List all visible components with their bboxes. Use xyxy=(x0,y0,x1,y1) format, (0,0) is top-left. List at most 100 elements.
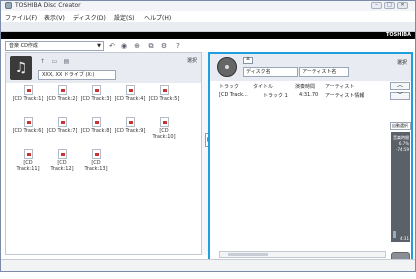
file-item[interactable]: [CD Track:13] xyxy=(80,149,112,179)
audio-file-icon xyxy=(159,117,169,127)
audio-file-icon xyxy=(91,149,101,159)
capacity-meter: 音楽時間 6.7% -74:59 4:31 xyxy=(391,132,410,242)
audio-file-icon xyxy=(57,149,67,159)
scrollbar-thumb[interactable] xyxy=(228,253,268,256)
audio-file-icon xyxy=(125,117,135,127)
horizontal-scrollbar[interactable] xyxy=(219,251,386,258)
file-label: [CD Track:3] xyxy=(80,96,112,102)
source-panel: ♫ ↑ ▭ ▤ 選択 XXX, XX ドライブ (X:) [CD Track:1… xyxy=(5,52,202,255)
menu-settings[interactable]: 設定(S) xyxy=(114,13,135,22)
cell-duration: 4:31.70 xyxy=(299,92,319,98)
audio-file-icon xyxy=(23,117,33,127)
select-label: 選択 xyxy=(396,60,407,66)
file-label: [CD Track:11] xyxy=(16,160,40,172)
minimize-button[interactable]: – xyxy=(371,2,382,9)
file-item[interactable]: [CD Track:4] xyxy=(114,85,146,115)
file-label: [CD Track:7] xyxy=(46,128,78,134)
disc-sidebar: ︿ ﹀ 自動選択 音楽時間 6.7% -74:59 4:31 開始 xyxy=(390,82,411,271)
column-track[interactable]: トラック xyxy=(219,83,239,90)
up-folder-icon[interactable]: ↑ xyxy=(38,58,47,65)
status-bar xyxy=(1,259,415,271)
settings-icon[interactable]: ⚙ xyxy=(159,41,169,51)
file-label: [CD Track:9] xyxy=(114,128,146,134)
meter-remaining: -74:59 xyxy=(396,147,409,152)
mode-select-value: 音楽 CD作成 xyxy=(9,43,38,49)
meter-percent: 6.7% xyxy=(398,141,409,146)
cell-track: [CD Track... xyxy=(219,92,248,98)
copy-icon[interactable]: ⧉ xyxy=(146,41,156,51)
brand-bar: TOSHIBA xyxy=(1,32,415,39)
audio-file-icon xyxy=(57,85,67,95)
move-up-button[interactable]: ︿ xyxy=(390,82,410,90)
file-label: [CD Track:2] xyxy=(46,96,78,102)
cell-artist: アーティスト情報 xyxy=(325,93,365,99)
file-item[interactable]: [CD Track:6] xyxy=(12,117,44,147)
chevron-down-icon: ▼ xyxy=(97,43,101,49)
audio-file-icon xyxy=(23,85,33,95)
column-title[interactable]: タイトル xyxy=(253,83,273,90)
app-window: TOSHIBA Disc Creator – □ ✕ ファイル(F) 表示(V)… xyxy=(0,0,416,272)
audio-file-icon xyxy=(57,117,67,127)
meter-bottom-value: 4:31 xyxy=(400,236,409,241)
menu-view[interactable]: 表示(V) xyxy=(44,13,65,22)
brand-label: TOSHIBA xyxy=(386,32,411,38)
audio-file-icon xyxy=(91,117,101,127)
view-icon[interactable]: ▤ xyxy=(62,58,71,65)
cell-title: トラック 1 xyxy=(263,93,288,99)
audio-file-icon xyxy=(23,149,33,159)
file-label: [CD Track:6] xyxy=(12,128,44,134)
toolbar-strip xyxy=(1,22,415,32)
file-item[interactable]: [CD Track:10] xyxy=(148,117,180,147)
disc-panel: ≜ ディスク名 アーティスト名 選択 トラック タイトル 演奏時間 アーティスト… xyxy=(208,52,413,271)
file-item[interactable]: [CD Track:1] xyxy=(12,85,44,115)
add-icon[interactable]: ⊕ xyxy=(132,41,142,51)
disc-icon xyxy=(217,57,237,77)
column-artist[interactable]: アーティスト xyxy=(325,83,354,90)
menu-help[interactable]: ヘルプ(H) xyxy=(144,13,171,22)
select-label: 選択 xyxy=(186,58,197,64)
artist-name-input[interactable]: アーティスト名 xyxy=(299,67,349,77)
file-item[interactable]: [CD Track:3] xyxy=(80,85,112,115)
column-duration[interactable]: 演奏時間 xyxy=(295,83,315,90)
file-item[interactable]: [CD Track:2] xyxy=(46,85,78,115)
disc-name-input[interactable]: ディスク名 xyxy=(243,67,298,77)
table-row[interactable]: [CD Track... トラック 1 4:31.70 アーティスト情報 xyxy=(219,92,389,100)
menu-file[interactable]: ファイル(F) xyxy=(5,13,37,22)
audio-file-icon xyxy=(91,85,101,95)
back-icon[interactable]: ↶ xyxy=(107,41,117,51)
file-label: [CD Track:10] xyxy=(152,128,176,140)
file-item[interactable]: [CD Track:5] xyxy=(148,85,180,115)
help-icon[interactable]: ? xyxy=(173,41,183,51)
move-down-button[interactable]: ﹀ xyxy=(390,92,410,100)
title-bar: TOSHIBA Disc Creator – □ ✕ xyxy=(1,1,415,11)
file-item[interactable]: [CD Track:9] xyxy=(114,117,146,147)
drive-select[interactable]: XXX, XX ドライブ (X:) xyxy=(38,70,116,80)
drive-select-value: XXX, XX ドライブ (X:) xyxy=(42,72,95,78)
auto-select-value: 自動選択 xyxy=(392,123,408,128)
window-title: TOSHIBA Disc Creator xyxy=(15,2,81,9)
menu-disc[interactable]: ディスク(D) xyxy=(73,13,106,22)
file-label: [CD Track:4] xyxy=(114,96,146,102)
file-label: [CD Track:12] xyxy=(50,160,74,172)
file-item[interactable]: [CD Track:8] xyxy=(80,117,112,147)
meter-fill xyxy=(393,231,396,238)
meter-label: 音楽時間 xyxy=(393,135,409,140)
track-table-header: トラック タイトル 演奏時間 アーティスト xyxy=(219,83,389,91)
file-label: [CD Track:1] xyxy=(12,96,44,102)
file-label: [CD Track:8] xyxy=(80,128,112,134)
audio-file-icon xyxy=(125,85,135,95)
disc-panel-header: ≜ ディスク名 アーティスト名 選択 xyxy=(210,54,411,81)
eject-button[interactable]: ≜ xyxy=(243,57,253,64)
burn-icon[interactable]: ◉ xyxy=(119,41,129,51)
auto-select-dropdown[interactable]: 自動選択 xyxy=(390,122,411,130)
close-button[interactable]: ✕ xyxy=(397,2,408,9)
file-item[interactable]: [CD Track:12] xyxy=(46,149,78,179)
audio-file-icon xyxy=(159,85,169,95)
file-label: [CD Track:5] xyxy=(148,96,180,102)
file-item[interactable]: [CD Track:11] xyxy=(12,149,44,179)
file-item[interactable]: [CD Track:7] xyxy=(46,117,78,147)
new-folder-icon[interactable]: ▭ xyxy=(50,58,59,65)
mode-select[interactable]: 音楽 CD作成 ▼ xyxy=(5,41,104,51)
source-panel-header: ♫ ↑ ▭ ▤ 選択 XXX, XX ドライブ (X:) xyxy=(6,53,201,83)
maximize-button[interactable]: □ xyxy=(384,2,395,9)
